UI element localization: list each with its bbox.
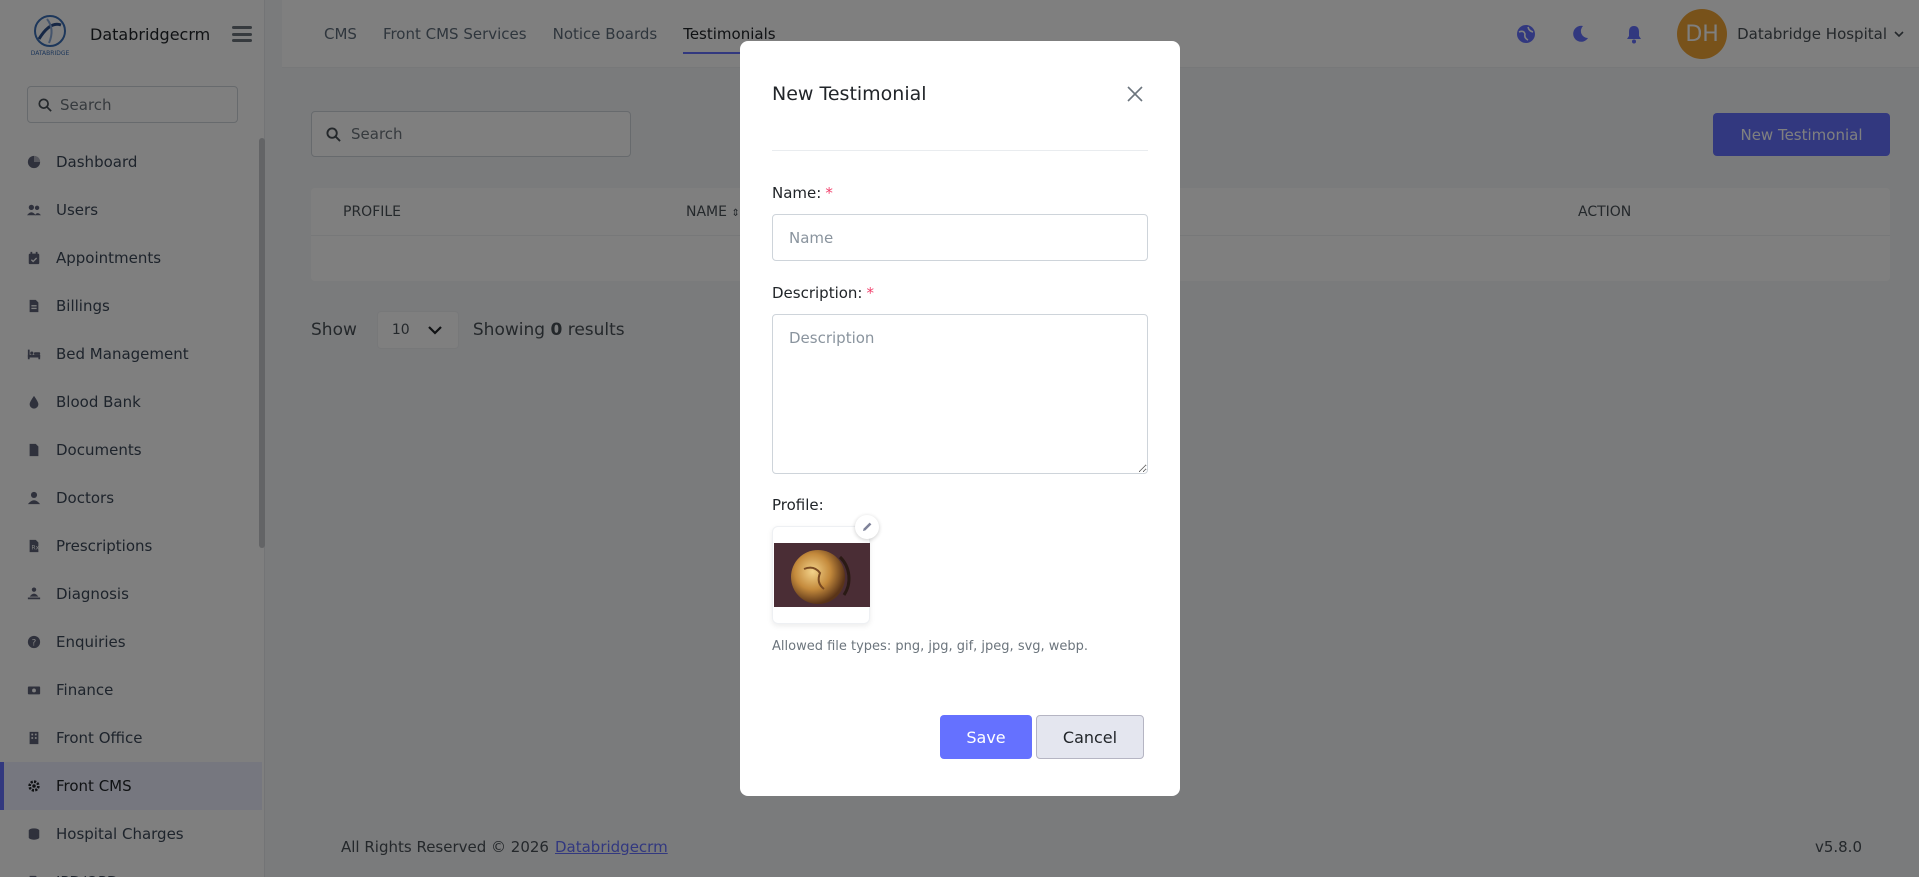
description-label: Description: *: [772, 284, 874, 302]
allowed-file-types: Allowed file types: png, jpg, gif, jpeg,…: [772, 639, 1089, 654]
modal-divider: [772, 150, 1148, 151]
close-icon[interactable]: [1126, 85, 1144, 103]
cancel-button[interactable]: Cancel: [1036, 715, 1144, 759]
edit-profile-button[interactable]: [855, 515, 879, 539]
globe-photo: [774, 543, 870, 607]
name-input[interactable]: [772, 214, 1148, 261]
modal-title: New Testimonial: [772, 83, 927, 105]
new-testimonial-modal: New Testimonial Name:* Description:* Pro…: [740, 41, 1180, 796]
name-label: Name: *: [772, 184, 833, 202]
description-textarea[interactable]: [772, 314, 1148, 474]
save-button[interactable]: Save: [940, 715, 1032, 759]
profile-image-preview[interactable]: [772, 526, 870, 624]
profile-label: Profile:: [772, 496, 824, 514]
pencil-icon: [863, 522, 872, 531]
required-marker: *: [825, 184, 833, 202]
required-marker: *: [866, 284, 874, 302]
